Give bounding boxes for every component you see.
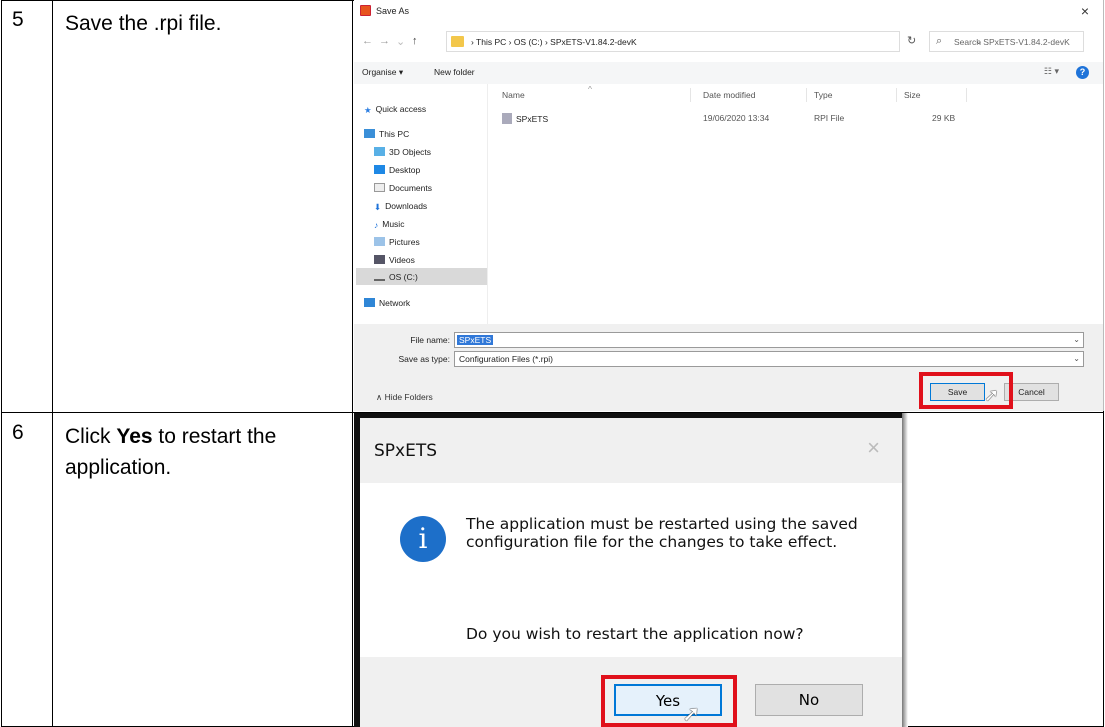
column-divider: [966, 88, 967, 102]
drive-icon: [374, 272, 385, 281]
breadcrumb[interactable]: › This PC › OS (C:) › SPxETS-V1.84.2-dev…: [471, 37, 637, 47]
dialog-body: i The application must be restarted usin…: [360, 483, 902, 657]
file-icon: [502, 113, 512, 124]
view-options-icon[interactable]: ☷ ▾: [1044, 66, 1059, 77]
table-row: 5 Save the .rpi file. Save As × ← → ⌄ ↑ …: [2, 0, 1104, 412]
column-divider: [896, 88, 897, 102]
step-number: 5: [2, 0, 53, 412]
address-bar[interactable]: › This PC › OS (C:) › SPxETS-V1.84.2-dev…: [446, 31, 983, 52]
dialog-question: Do you wish to restart the application n…: [466, 625, 804, 643]
file-type-cell: RPI File: [814, 113, 845, 123]
search-icon: ⌕: [936, 35, 943, 47]
chevron-down-icon[interactable]: ⌄: [1073, 335, 1080, 344]
picture-icon: [374, 237, 385, 246]
mouse-cursor-icon: ➚: [984, 385, 1000, 405]
sidebar-item-downloads[interactable]: ⬇ Downloads: [374, 201, 427, 212]
save-type-select[interactable]: Configuration Files (*.rpi) ⌄: [454, 351, 1084, 367]
sort-arrow-icon: ^: [588, 84, 592, 94]
app-icon: [360, 5, 371, 16]
close-icon[interactable]: ×: [1081, 3, 1089, 19]
mouse-cursor-icon: ➚: [682, 701, 701, 726]
instruction-table: 5 Save the .rpi file. Save As × ← → ⌄ ↑ …: [1, 0, 1104, 727]
document-icon: [374, 183, 385, 192]
sidebar-item-network[interactable]: Network: [364, 298, 410, 308]
computer-icon: [364, 129, 375, 138]
navigation-pane: ★ Quick access This PC 3D Objects Desktop…: [354, 84, 488, 324]
dialog-message: The application must be restarted using …: [466, 515, 858, 551]
column-divider: [690, 88, 691, 102]
save-type-label: Save as type:: [398, 354, 450, 364]
save-as-dialog: Save As × ← → ⌄ ↑ › This PC › OS (C:) › …: [354, 0, 1104, 411]
confirm-screenshot: SPxETS × i The application must be resta…: [354, 413, 1103, 727]
star-icon: ★: [364, 105, 372, 115]
file-name-cell: SPxETS: [502, 113, 548, 124]
sidebar-item-os-c[interactable]: OS (C:): [374, 272, 418, 282]
table-row: 6 Click Yes to restart the application. …: [2, 412, 1103, 727]
dialog-title: Save As: [376, 6, 410, 16]
yes-highlight-box: [601, 675, 737, 727]
organise-button[interactable]: Organise ▾: [362, 67, 403, 78]
back-arrow-icon[interactable]: ←: [362, 35, 373, 47]
folder-icon: [451, 36, 464, 47]
new-folder-button[interactable]: New folder: [434, 67, 475, 77]
file-size-cell: 29 KB: [932, 113, 956, 123]
save-type-value: Configuration Files (*.rpi): [459, 354, 554, 364]
hide-folders-button[interactable]: ∧ Hide Folders: [376, 392, 433, 403]
column-header-type[interactable]: Type: [814, 90, 832, 100]
file-list: Name ^ Date modified Type Size SPxETS 19…: [488, 84, 1103, 324]
download-arrow-icon: ⬇: [374, 202, 382, 212]
up-arrow-icon[interactable]: ↑: [412, 35, 418, 47]
video-icon: [374, 255, 385, 264]
step-instruction: Click Yes to restart the application.: [54, 413, 353, 727]
desktop-icon: [374, 165, 385, 174]
dialog-title: SPxETS: [374, 441, 438, 461]
sidebar-item-this-pc[interactable]: This PC: [364, 129, 409, 139]
file-name-label: File name:: [410, 335, 450, 345]
help-icon[interactable]: ?: [1076, 66, 1089, 79]
sidebar-item-quick-access[interactable]: ★ Quick access: [364, 104, 426, 115]
dialog-titlebar: Save As ×: [354, 0, 1103, 22]
search-placeholder: Search SPxETS-V1.84.2-devK: [954, 37, 1070, 47]
file-name-value: SPxETS: [457, 335, 494, 345]
music-note-icon: ♪: [374, 220, 379, 230]
column-header-size[interactable]: Size: [904, 90, 921, 100]
sidebar-item-videos[interactable]: Videos: [374, 255, 415, 265]
no-button[interactable]: No: [755, 684, 863, 716]
forward-arrow-icon[interactable]: →: [379, 35, 390, 47]
column-divider: [806, 88, 807, 102]
chevron-down-icon[interactable]: ⌄: [1073, 354, 1080, 363]
column-header-date[interactable]: Date modified: [703, 90, 755, 100]
sidebar-item-desktop[interactable]: Desktop: [374, 165, 420, 175]
sidebar-item-pictures[interactable]: Pictures: [374, 237, 420, 247]
table-row[interactable]: SPxETS 19/06/2020 13:34 RPI File 29 KB: [488, 111, 1103, 127]
restart-confirm-dialog: SPxETS × i The application must be resta…: [354, 413, 908, 727]
search-input[interactable]: ⌕ Search SPxETS-V1.84.2-devK: [929, 31, 1084, 52]
chevron-down-icon[interactable]: ⌄: [396, 35, 405, 48]
info-icon: i: [400, 516, 446, 562]
sidebar-item-documents[interactable]: Documents: [374, 183, 432, 193]
close-icon[interactable]: ×: [867, 435, 880, 461]
file-date-cell: 19/06/2020 13:34: [703, 113, 770, 123]
sidebar-item-music[interactable]: ♪ Music: [374, 219, 404, 230]
column-header-name[interactable]: Name: [502, 90, 525, 100]
save-as-screenshot: Save As × ← → ⌄ ↑ › This PC › OS (C:) › …: [354, 0, 1104, 412]
sidebar-item-3d-objects[interactable]: 3D Objects: [374, 147, 431, 157]
yes-emphasis: Yes: [116, 425, 153, 448]
network-icon: [364, 298, 375, 307]
step-number: 6: [2, 413, 53, 727]
file-name-field[interactable]: SPxETS ⌄: [454, 332, 1084, 348]
cube-icon: [374, 147, 385, 156]
refresh-icon[interactable]: ↻: [907, 34, 916, 47]
step-instruction: Save the .rpi file.: [54, 0, 353, 412]
command-bar: Organise ▾ New folder ☷ ▾ ?: [354, 62, 1103, 84]
